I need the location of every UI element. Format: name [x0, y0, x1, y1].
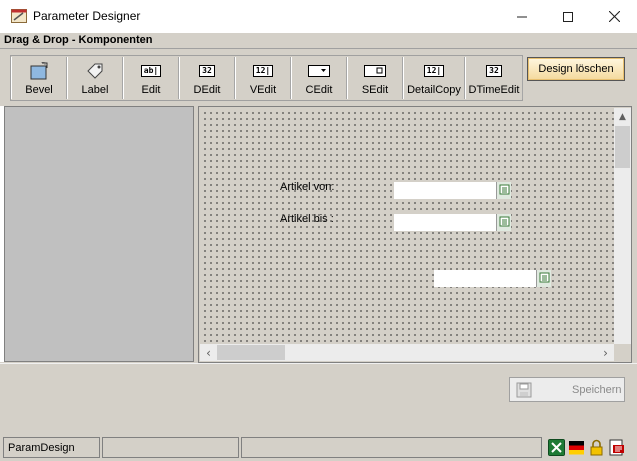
german-flag-icon[interactable]: [568, 439, 585, 456]
palette-label: Bevel: [25, 84, 53, 96]
palette-label: CEdit: [305, 84, 333, 96]
save-button[interactable]: Speichern: [509, 377, 625, 402]
save-label: Speichern: [572, 383, 622, 396]
calendar-button[interactable]: [496, 182, 511, 199]
excel-icon[interactable]: [548, 439, 565, 456]
value-edit-icon: 12|: [252, 61, 274, 81]
horizontal-scroll-thumb[interactable]: [217, 345, 285, 360]
label-tag-icon: [85, 61, 105, 81]
artikel-von-input[interactable]: [394, 182, 496, 199]
artikel-bis-input[interactable]: [394, 214, 496, 231]
spin-edit-icon: [364, 61, 386, 81]
status-panel-1: ParamDesign: [3, 437, 100, 458]
detail-copy-icon: 12|: [423, 61, 445, 81]
app-icon: [11, 9, 27, 23]
scroll-up-icon[interactable]: ▲: [614, 108, 631, 125]
maximize-button[interactable]: [545, 0, 591, 33]
palette-label-item[interactable]: Label: [67, 57, 123, 99]
scroll-right-icon[interactable]: ›: [597, 344, 614, 361]
calendar-icon: [499, 216, 510, 227]
palette-cedit[interactable]: CEdit: [291, 57, 347, 99]
datetime-edit-icon: 32: [486, 61, 502, 81]
floppy-disk-icon: [516, 382, 532, 397]
palette-dtimeedit[interactable]: 32 DTimeEdit: [465, 57, 523, 99]
palette-label: DTimeEdit: [468, 84, 520, 96]
status-panel-2: [102, 437, 239, 458]
palette-detailcopy[interactable]: 12| DetailCopy: [403, 57, 465, 99]
palette-dedit[interactable]: 32 DEdit: [179, 57, 235, 99]
edit-field-icon: ab|: [140, 61, 162, 81]
field-label-artikel-bis[interactable]: Artikel bis :: [280, 213, 334, 225]
pdf-icon[interactable]: [608, 439, 625, 456]
palette-edit[interactable]: ab| Edit: [123, 57, 179, 99]
calendar-button[interactable]: [536, 270, 551, 287]
close-icon: [608, 11, 620, 22]
lock-icon[interactable]: [588, 439, 605, 456]
calendar-icon: [539, 272, 550, 283]
palette-label: Label: [81, 84, 109, 96]
status-panel-3: [241, 437, 542, 458]
palette-label: Edit: [141, 84, 161, 96]
unlabeled-date-input[interactable]: [434, 270, 536, 287]
divider: [0, 363, 637, 364]
divider: [0, 48, 637, 49]
scroll-left-icon[interactable]: ‹: [200, 344, 217, 361]
palette-vedit[interactable]: 12| VEdit: [235, 57, 291, 99]
combo-edit-icon: [308, 61, 330, 81]
calendar-button[interactable]: [496, 214, 511, 231]
palette-bevel[interactable]: Bevel: [11, 57, 67, 99]
vertical-scroll-thumb[interactable]: [615, 126, 630, 168]
palette-label: DetailCopy: [407, 84, 461, 96]
window-title: Parameter Designer: [33, 9, 141, 23]
palette-label: SEdit: [361, 84, 389, 96]
component-palette: Bevel Label ab| Edit 32 DEdit 12| VEdit …: [10, 55, 523, 101]
palette-sedit[interactable]: SEdit: [347, 57, 403, 99]
status-icons: [546, 437, 634, 458]
calendar-icon: [499, 184, 510, 195]
field-label-artikel-von[interactable]: Artikel von:: [280, 181, 334, 193]
palette-label: DEdit: [193, 84, 221, 96]
minimize-icon: [517, 16, 527, 17]
palette-label: VEdit: [249, 84, 277, 96]
date-edit-icon: 32: [199, 61, 215, 81]
maximize-icon: [563, 11, 573, 22]
properties-panel[interactable]: [4, 106, 194, 362]
section-label: Drag & Drop - Komponenten: [4, 34, 153, 46]
close-button[interactable]: [591, 0, 637, 33]
minimize-button[interactable]: [499, 0, 545, 33]
delete-design-button[interactable]: Design löschen: [527, 57, 625, 81]
bevel-icon: [29, 61, 49, 81]
